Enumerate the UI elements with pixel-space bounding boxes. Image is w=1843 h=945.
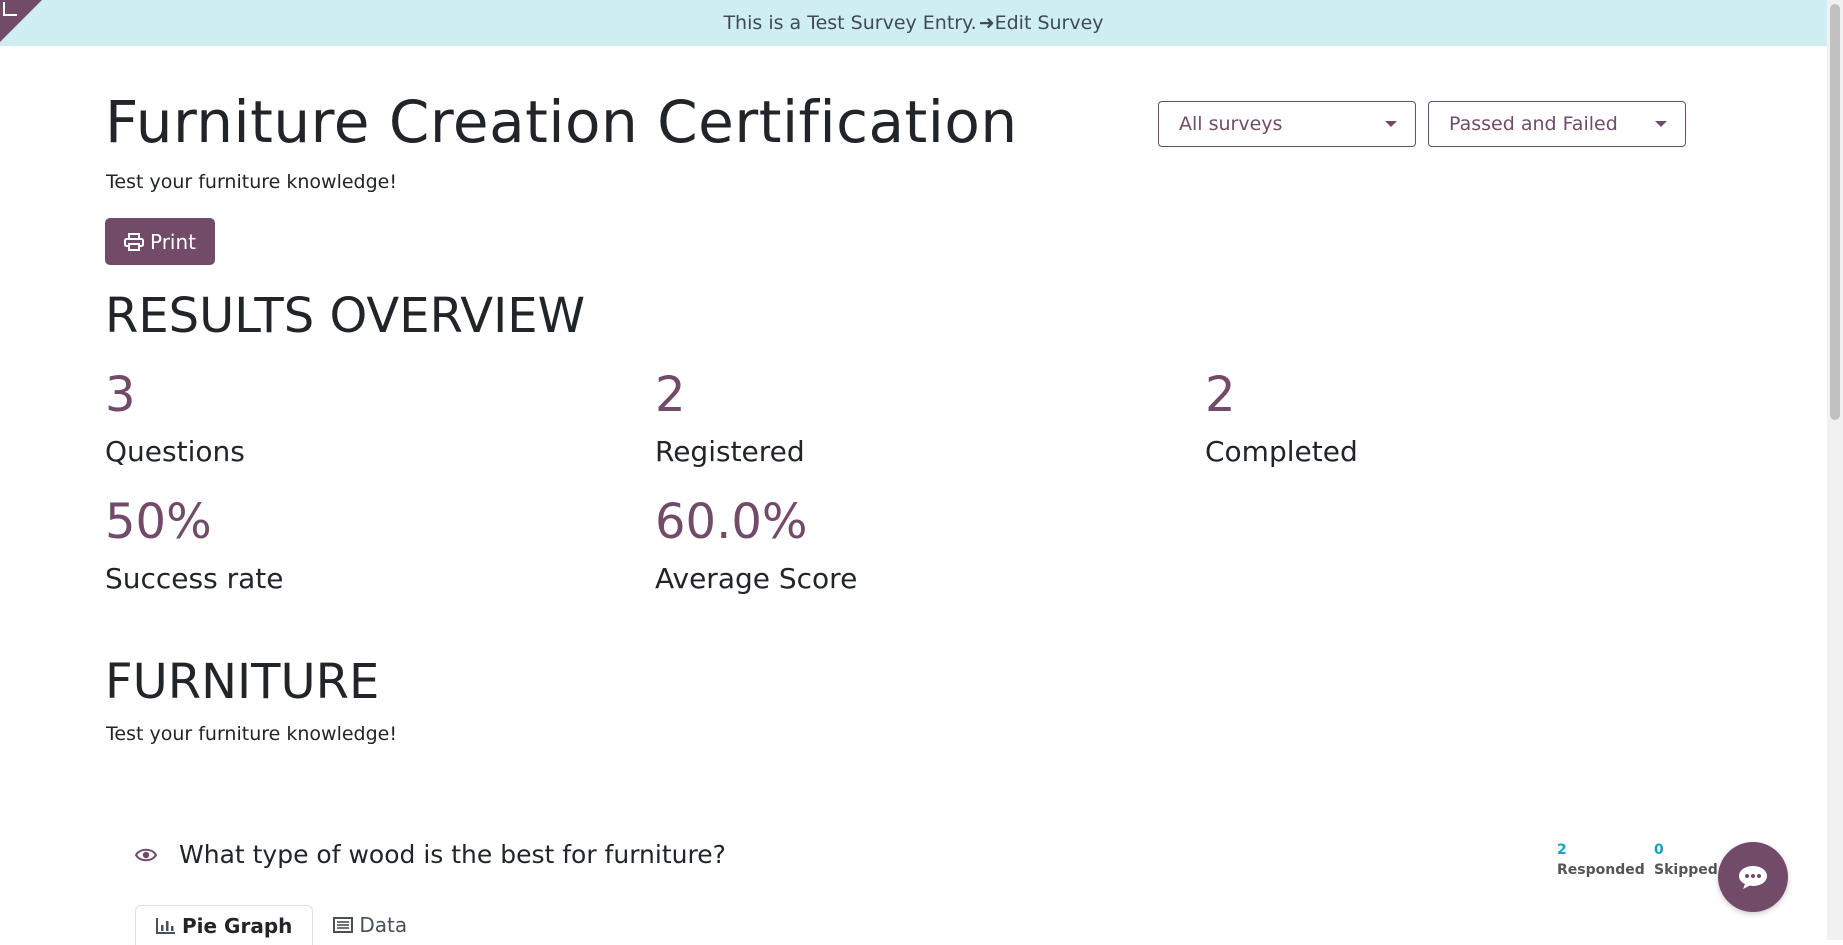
- question-header: What type of wood is the best for furnit…: [135, 840, 726, 869]
- responded-count: 2: [1557, 842, 1567, 858]
- results-overview-heading: RESULTS OVERVIEW: [105, 288, 586, 344]
- skipped-stat: 0 Skipped: [1654, 842, 1718, 878]
- success-rate-value: 50%: [105, 494, 212, 550]
- completed-count: 2: [1205, 367, 1236, 423]
- edit-survey-label: Edit Survey: [994, 12, 1104, 34]
- question-text: What type of wood is the best for furnit…: [179, 840, 726, 869]
- caret-down-icon: [1385, 121, 1397, 127]
- survey-description: Test your furniture knowledge!: [106, 171, 397, 193]
- average-score-value: 60.0%: [655, 494, 808, 550]
- survey-filter-value: All surveys: [1179, 113, 1283, 135]
- skipped-label: Skipped: [1654, 862, 1718, 878]
- printer-icon: [123, 232, 144, 251]
- scrollbar-thumb[interactable]: [1830, 4, 1840, 420]
- result-filter-value: Passed and Failed: [1449, 113, 1618, 135]
- section-heading: FURNITURE: [105, 654, 380, 710]
- arrow-right-icon: ➜: [978, 12, 995, 34]
- survey-filter-select[interactable]: All surveys: [1158, 101, 1416, 147]
- result-filter-select[interactable]: Passed and Failed: [1428, 101, 1686, 147]
- caret-down-icon: [1655, 121, 1667, 127]
- list-icon: [333, 917, 354, 933]
- page-scrollbar[interactable]: [1827, 0, 1843, 940]
- questions-label: Questions: [105, 435, 245, 468]
- completed-label: Completed: [1205, 435, 1358, 468]
- skipped-count: 0: [1654, 842, 1664, 858]
- tab-pie-graph-label: Pie Graph: [182, 913, 293, 938]
- registered-label: Registered: [655, 435, 805, 468]
- success-rate-label: Success rate: [105, 562, 284, 595]
- banner-text: This is a Test Survey Entry.: [723, 12, 977, 34]
- print-button[interactable]: Print: [105, 218, 215, 265]
- responded-label: Responded: [1557, 862, 1645, 878]
- tab-data[interactable]: Data: [313, 905, 427, 945]
- print-label: Print: [149, 229, 196, 254]
- chat-icon: [1739, 866, 1767, 889]
- section-description: Test your furniture knowledge!: [106, 723, 397, 745]
- edit-survey-link[interactable]: ➜Edit Survey: [979, 12, 1104, 34]
- responded-stat: 2 Responded: [1557, 842, 1645, 878]
- test-entry-banner: This is a Test Survey Entry. ➜Edit Surve…: [0, 0, 1827, 46]
- tab-pie-graph[interactable]: Pie Graph: [135, 905, 314, 945]
- bar-chart-icon: [156, 918, 175, 934]
- tab-data-label: Data: [359, 913, 408, 937]
- chat-button[interactable]: [1718, 842, 1788, 912]
- collapse-icon: [3, 2, 17, 16]
- average-score-label: Average Score: [655, 562, 858, 595]
- questions-count: 3: [105, 367, 136, 423]
- survey-title: Furniture Creation Certification: [105, 88, 1018, 156]
- eye-icon[interactable]: [135, 847, 157, 863]
- question-tabs: Pie Graph Data: [135, 905, 427, 945]
- registered-count: 2: [655, 367, 686, 423]
